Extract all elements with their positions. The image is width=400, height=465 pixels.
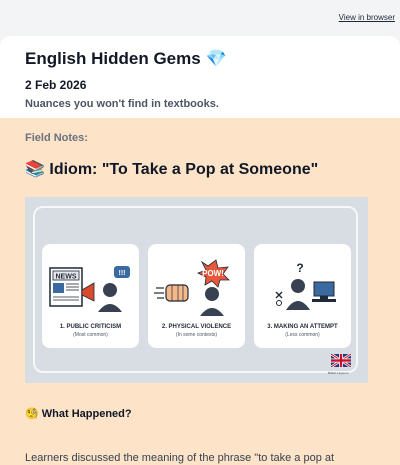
idiom-heading: 📚 Idiom: "To Take a Pop at Someone" xyxy=(25,159,318,179)
question-mark-text: ? xyxy=(296,261,303,275)
pow-sign-text: POW! xyxy=(202,269,224,278)
flag-caption: British Lingo.co xyxy=(328,371,349,375)
view-in-browser-link[interactable]: View in browser xyxy=(339,13,395,22)
person-computer-icon: ? xyxy=(275,261,336,310)
panel-1-title: 1. PUBLIC CRITICISM xyxy=(59,324,122,330)
newsletter-card: English Hidden Gems 💎 2 Feb 2026 Nuances… xyxy=(0,36,400,465)
tagline: Nuances you won't find in textbooks. xyxy=(25,98,219,110)
books-icon: 📚 xyxy=(25,161,45,178)
uk-flag-icon xyxy=(331,354,351,367)
news-sign-text: NEWS xyxy=(56,274,77,281)
what-happened-heading: 🧐 What Happened? xyxy=(25,407,132,420)
idiom-title: Idiom: "To Take a Pop at Someone" xyxy=(49,161,319,178)
what-happened-text: What Happened? xyxy=(41,408,132,420)
idiom-illustration: NEWS !!! 1. PUBLIC CRITICISM (Most commo… xyxy=(25,197,368,383)
monocle-face-icon: 🧐 xyxy=(25,408,39,420)
panel-making-an-attempt: ? 3. MAKING AN ATTEMPT (Less common) xyxy=(254,244,351,348)
newsletter-title: English Hidden Gems 💎 xyxy=(25,49,227,69)
panel-3-subtitle: (Less common) xyxy=(285,332,320,338)
top-bar: View in browser xyxy=(0,0,400,36)
gem-icon: 💎 xyxy=(205,49,227,68)
panel-2-title: 2. PHYSICAL VIOLENCE xyxy=(161,324,232,330)
panel-public-criticism: NEWS !!! 1. PUBLIC CRITICISM (Most commo… xyxy=(42,244,139,348)
newsletter-title-text: English Hidden Gems xyxy=(25,49,201,68)
body-paragraph: Learners discussed the meaning of the ph… xyxy=(25,452,335,464)
fist-punch-icon: POW! xyxy=(154,259,230,316)
field-notes-label: Field Notes: xyxy=(25,132,88,144)
panel-physical-violence: POW! 2. PHYSICAL VIOLENCE (In some conte… xyxy=(148,244,245,348)
svg-text:!!!: !!! xyxy=(119,270,126,277)
panel-3-title: 3. MAKING AN ATTEMPT xyxy=(267,324,338,330)
newspaper-megaphone-icon: NEWS !!! xyxy=(49,266,130,312)
issue-date: 2 Feb 2026 xyxy=(25,78,87,92)
panel-2-subtitle: (In some contexts) xyxy=(175,332,218,338)
newsletter-header: English Hidden Gems 💎 2 Feb 2026 Nuances… xyxy=(0,36,400,118)
panel-1-subtitle: (Most common) xyxy=(73,332,108,338)
